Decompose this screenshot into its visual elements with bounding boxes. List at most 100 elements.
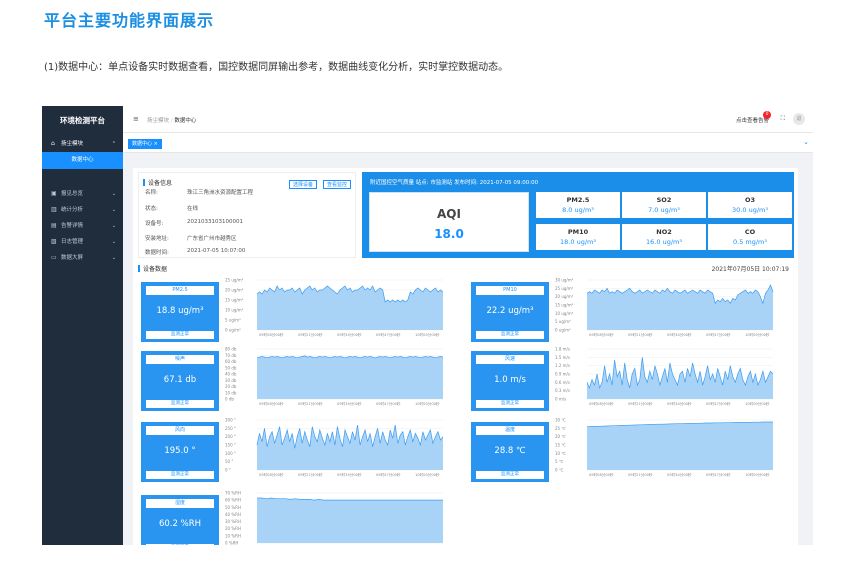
- chevron-down-icon: ⌄: [111, 191, 116, 197]
- y-tick-label: 15 ug/m³: [225, 298, 244, 303]
- pollutant-o3: O3 30.0 ug/m³: [708, 192, 792, 218]
- y-tick-label: 20 ug/m³: [555, 294, 574, 299]
- bar-chart-icon: ▥: [51, 206, 57, 213]
- x-tick-label: 09时08分00秒: [259, 401, 284, 406]
- y-tick-label: 10 %RH: [225, 533, 241, 538]
- y-tick-label: 10 db: [225, 390, 237, 395]
- sidebar-item-dust[interactable]: ⌂ 扬尘模块 ⌃: [42, 136, 123, 152]
- x-tick-label: 09时34分00秒: [667, 332, 692, 337]
- y-tick-label: 30 db: [225, 378, 237, 383]
- metric-value: 18.8 ug/m³: [156, 306, 204, 316]
- metric-card-humidity: 湿度 60.2 %RH 监测正常: [141, 495, 219, 545]
- x-tick-label: 10时00分00秒: [745, 401, 770, 406]
- aqi-value: 18.0: [434, 227, 464, 241]
- pollutant-pm25: PM2.5 8.0 ug/m³: [536, 192, 620, 218]
- y-tick-label: 0 db: [225, 397, 234, 402]
- y-tick-label: 150 °: [225, 443, 236, 448]
- metric-title: 湿度: [146, 499, 214, 508]
- chevron-down-icon[interactable]: ⌄: [803, 138, 809, 146]
- device-data-title: 设备数据: [138, 264, 167, 273]
- x-tick-label: 09时34分00秒: [337, 332, 362, 337]
- info-row-address: 安装地址: 广东省广州市越秀区: [145, 236, 237, 242]
- x-tick-label: 09时08分00秒: [259, 472, 284, 477]
- breadcrumb-item[interactable]: 扬尘模块: [147, 118, 169, 124]
- y-tick-label: 10 ℃: [555, 451, 566, 456]
- y-tick-label: 20 ℃: [555, 434, 566, 439]
- sidebar-item-alarms[interactable]: ▤ 告警详情 ⌄: [42, 218, 123, 234]
- x-tick-label: 09时47分00秒: [376, 472, 401, 477]
- metric-title: 温度: [476, 426, 544, 435]
- device-data-header: 设备数据 2021年07月05日 10:07:19: [138, 264, 793, 274]
- y-tick-label: 20 db: [225, 384, 237, 389]
- metric-status: 监测正常: [476, 471, 544, 479]
- x-tick-label: 09时34分00秒: [337, 472, 362, 477]
- y-tick-label: 30 ug/m³: [555, 278, 574, 283]
- metric-status: 监测正常: [146, 471, 214, 479]
- select-device-button[interactable]: 选择设备: [288, 180, 317, 189]
- national-air-panel: 附近国控空气质量 站点: 市监测站 发布时间: 2021-07-05 09:00…: [362, 172, 794, 258]
- y-tick-label: 15 ℃: [555, 443, 566, 448]
- x-tick-label: 10时00分00秒: [745, 332, 770, 337]
- sidebar-item-data-center[interactable]: 数据中心: [42, 152, 123, 169]
- sidebar-item-logs[interactable]: ▧ 日志管理 ⌄: [42, 234, 123, 250]
- menu-toggle-icon[interactable]: ≡: [133, 115, 139, 123]
- chart-pm10: 0 ug/m³ 5 ug/m³ 10 ug/m³ 15 ug/m³ 20 ug/m³ 25…: [555, 278, 774, 337]
- metric-title: 风向: [146, 426, 214, 435]
- y-tick-label: 40 db: [225, 372, 237, 377]
- home-icon: ⌂: [51, 140, 55, 147]
- metric-status: 监测正常: [476, 400, 544, 408]
- breadcrumb-item: 数据中心: [174, 118, 197, 124]
- intro-text: (1)数据中心：单点设备实时数据查看，国控数据同屏输出参考，数据曲线变化分析，实…: [44, 62, 509, 73]
- x-tick-label: 09时21分00秒: [628, 401, 653, 406]
- info-row-device-no: 设备号: 2021033103100001: [145, 219, 243, 227]
- y-tick-label: 300 °: [225, 418, 236, 423]
- top-bar: ≡ 扬尘模块 / 数据中心 点击查看告警 0 ⛶ 退: [123, 106, 813, 133]
- x-tick-label: 09时21分00秒: [628, 472, 653, 477]
- x-tick-label: 09时47分00秒: [706, 472, 731, 477]
- metric-status: 监测正常: [146, 400, 214, 408]
- x-tick-label: 09时08分00秒: [589, 401, 614, 406]
- tab-data-center[interactable]: 数据中心 ×: [128, 139, 162, 149]
- sidebar-item-stats[interactable]: ▥ 统计分析 ⌄: [42, 202, 123, 218]
- pollutant-pm10: PM10 18.0 ug/m³: [536, 224, 620, 250]
- y-tick-label: 0.9 m/s: [555, 372, 570, 377]
- page-heading: 平台主要功能界面展示: [44, 11, 215, 30]
- y-tick-label: 50 %RH: [225, 505, 241, 510]
- x-tick-label: 09时08分00秒: [589, 332, 614, 337]
- chart-pm25: 0 ug/m³ 5 ug/m³ 10 ug/m³ 15 ug/m³ 20 ug/m³ 25…: [225, 278, 444, 337]
- breadcrumb: 扬尘模块 / 数据中心: [147, 118, 197, 124]
- aqi-label: AQI: [437, 207, 461, 221]
- y-tick-label: 0.6 m/s: [555, 380, 570, 385]
- y-tick-label: 0 ug/m³: [555, 328, 571, 333]
- y-tick-label: 0 m/s: [555, 397, 566, 402]
- screen-icon: ▭: [51, 254, 57, 261]
- x-tick-label: 09时34分00秒: [667, 401, 692, 406]
- aqi-box: AQI 18.0: [369, 192, 529, 252]
- sidebar-item-overview[interactable]: ▣ 报见总览 ⌄: [42, 186, 123, 202]
- x-tick-label: 10时00分00秒: [415, 472, 440, 477]
- y-tick-label: 70 db: [225, 353, 237, 358]
- fullscreen-icon[interactable]: ⛶: [781, 115, 785, 123]
- x-tick-label: 09时08分00秒: [589, 472, 614, 477]
- chart-temperature: 0 ℃ 5 ℃ 10 ℃ 15 ℃ 20 ℃ 25 ℃ 30 ℃ 09时08分00秒 09时21…: [555, 418, 773, 477]
- metric-card-pm25: PM2.5 18.8 ug/m³ 监测正常: [141, 282, 219, 342]
- metric-value: 22.2 ug/m³: [486, 306, 534, 316]
- metric-title: PM2.5: [146, 286, 214, 295]
- x-tick-label: 09时47分00秒: [376, 401, 401, 406]
- chart-noise: 0 db 10 db20 db30 db40 db 50 db60 db70 db8…: [225, 347, 444, 406]
- metric-value: 28.8 ℃: [494, 446, 526, 456]
- metric-value: 195.0 °: [164, 446, 196, 456]
- y-tick-label: 100 °: [225, 451, 236, 456]
- metric-title: PM10: [476, 286, 544, 295]
- y-tick-label: 200 °: [225, 434, 236, 439]
- chart-humidity: 0 %RH 10 %RH 20 %RH 30 %RH 40 %RH 50 %RH 60 %R…: [225, 491, 443, 545]
- info-row-status: 状态: 在线: [145, 206, 199, 212]
- x-tick-label: 09时08分00秒: [259, 332, 284, 337]
- alert-badge: 0: [763, 111, 771, 119]
- view-monitor-button[interactable]: 查看监控: [322, 180, 351, 189]
- y-tick-label: 25 ug/m³: [225, 278, 244, 283]
- avatar[interactable]: 退: [793, 113, 805, 125]
- sidebar-item-screen[interactable]: ▭ 数据大屏 ⌄: [42, 250, 123, 266]
- pollutant-no2: NO2 16.0 ug/m³: [622, 224, 706, 250]
- series-area: [587, 422, 773, 470]
